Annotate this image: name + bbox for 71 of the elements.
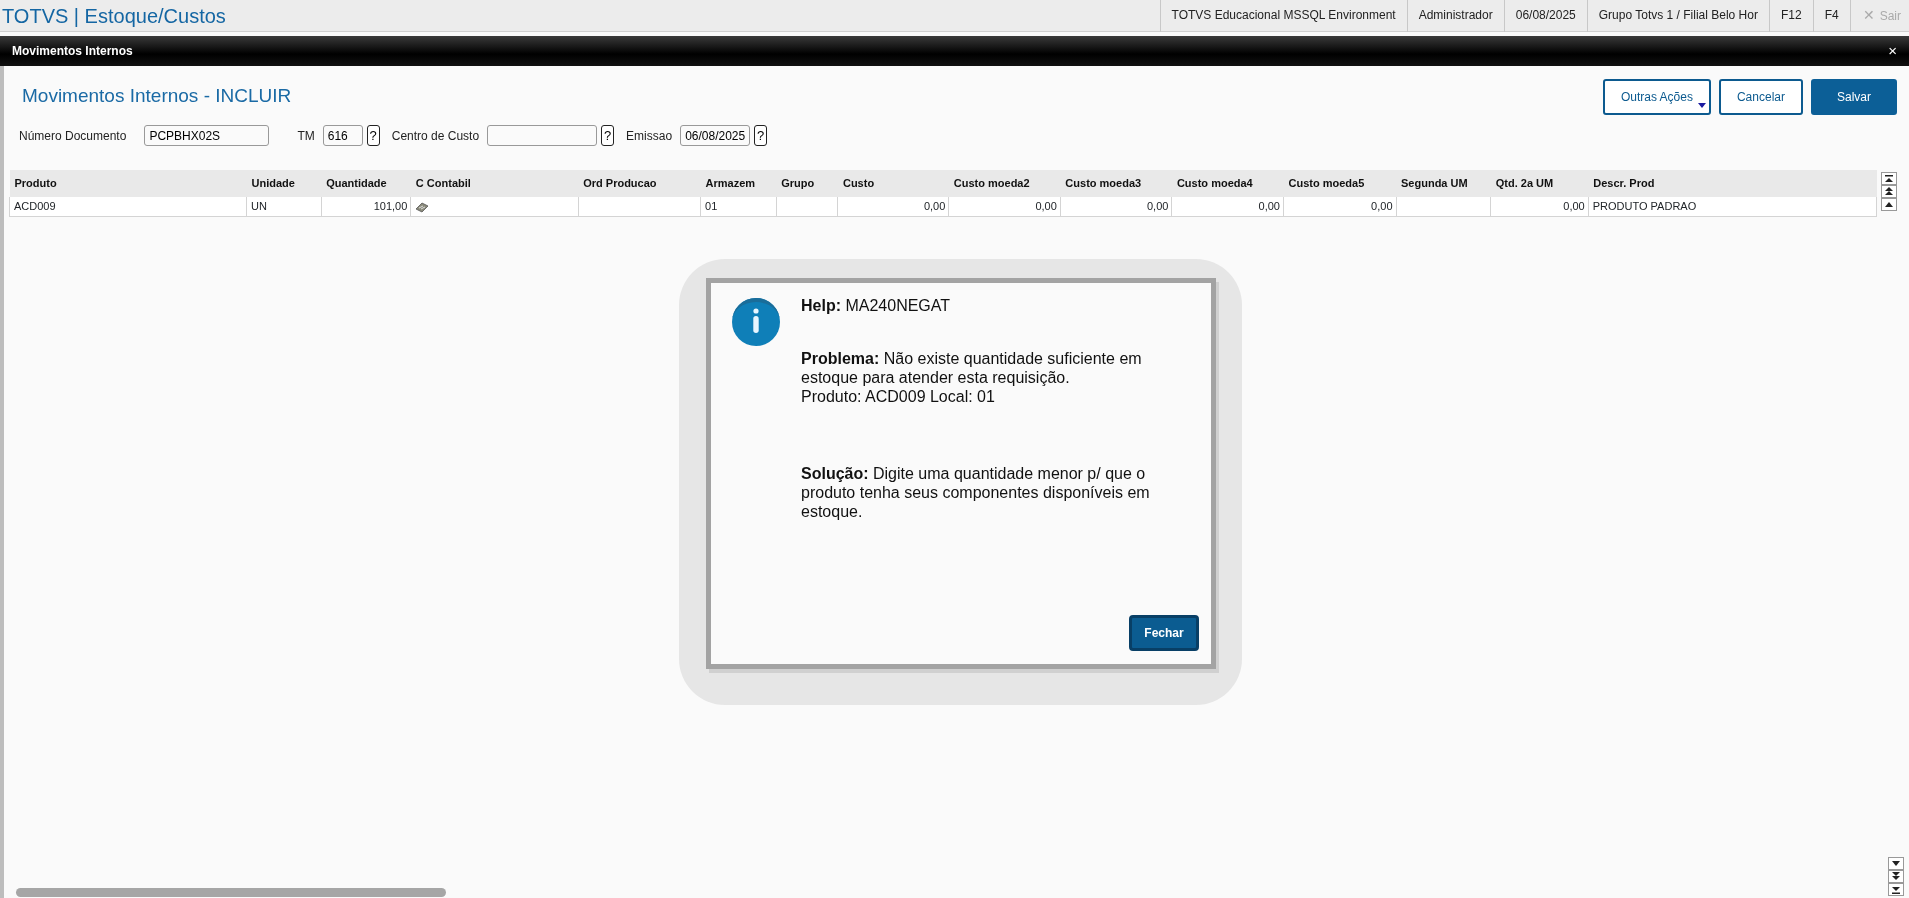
column-header[interactable]: Custo — [837, 170, 949, 197]
scroll-bottom-button[interactable] — [1888, 883, 1904, 896]
page-up-button[interactable] — [1881, 185, 1897, 198]
column-header[interactable]: C Contabil — [410, 170, 579, 197]
close-button[interactable]: Fechar — [1129, 615, 1199, 651]
app-title: TOTVS | Estoque/Custos — [1, 3, 226, 29]
column-header[interactable]: Armazem — [700, 170, 777, 197]
window-title: Movimentos Internos — [12, 43, 133, 60]
text-field[interactable]: PCPBHX02S — [144, 125, 270, 146]
header-item[interactable]: TOTVS Educacional MSSQL Environment — [1159, 0, 1407, 32]
column-header[interactable]: Unidade — [246, 170, 322, 197]
help-button[interactable]: ? — [366, 125, 380, 146]
help-code: Help: MA240NEGAT — [801, 296, 952, 315]
text-field[interactable]: 616 — [322, 125, 363, 146]
header-item[interactable]: F12 — [1768, 0, 1813, 32]
scroll-up-icon — [1885, 202, 1893, 207]
field-label: Centro de Custo — [391, 127, 480, 145]
scroll-top-button[interactable] — [1881, 172, 1897, 185]
cell-text: 0,00 — [1258, 200, 1280, 212]
cell-text: 0,00 — [1563, 200, 1585, 212]
column-header[interactable]: Custo moeda5 — [1283, 170, 1397, 197]
header-item[interactable]: Grupo Totvs 1 / Filial Belo Hor — [1586, 0, 1769, 32]
cell-text: UN — [251, 200, 267, 212]
help-button[interactable]: ? — [754, 125, 768, 146]
cell-text: ACD009 — [14, 200, 56, 212]
page-up-icon — [1885, 187, 1893, 196]
text-field[interactable]: 06/08/2025 — [680, 125, 751, 146]
cell-text: 101,00 — [373, 200, 408, 212]
cell-text: 0,00 — [923, 200, 946, 212]
scroll-down-button[interactable] — [1888, 857, 1904, 870]
column-header[interactable]: Segunda UM — [1396, 170, 1491, 197]
field-label: Emissao — [626, 127, 673, 145]
header-item[interactable]: F4 — [1812, 0, 1850, 32]
help-button[interactable]: ? — [601, 125, 615, 146]
column-header[interactable]: Descr. Prod — [1588, 170, 1877, 197]
page-down-button[interactable] — [1888, 870, 1904, 883]
problem-text: Problema: Não existe quantidade suficiente em estoque para atender esta requisição. — [801, 349, 1143, 387]
cell-text: 0,00 — [1371, 200, 1393, 212]
column-header[interactable]: Ord Producao — [578, 170, 701, 197]
field-label: Número Documento — [19, 127, 127, 145]
scroll-bottom-icon — [1892, 885, 1900, 894]
cell-text: 0,00 — [1035, 200, 1057, 212]
scroll-top-icon — [1885, 174, 1893, 183]
page-down-icon — [1892, 872, 1900, 881]
header-item[interactable]: 06/08/2025 — [1503, 0, 1587, 32]
column-header[interactable]: Custo moeda4 — [1171, 170, 1284, 197]
solution-text: Solução: Digite uma quantidade menor p/ que o produto tenha seus componentes disponíveis em estoque. — [801, 464, 1151, 521]
scroll-up-button[interactable] — [1881, 198, 1897, 211]
cell-text: 01 — [705, 200, 718, 212]
close-button[interactable]: × — [1888, 39, 1897, 63]
column-header[interactable]: Custo moeda3 — [1060, 170, 1172, 197]
column-header[interactable]: Custo moeda2 — [948, 170, 1061, 197]
cancel-button[interactable]: Cancelar — [1718, 79, 1803, 115]
field-label: TM — [297, 127, 315, 145]
info-icon — [731, 297, 781, 347]
column-header[interactable]: Qtd. 2a UM — [1490, 170, 1589, 197]
column-header[interactable]: Grupo — [776, 170, 838, 197]
more-actions-button[interactable]: Outras Ações — [1602, 79, 1711, 115]
column-header[interactable]: Produto — [9, 170, 247, 197]
caret-icon — [1697, 103, 1706, 108]
scroll-down-icon — [1892, 861, 1900, 866]
cell-text: PRODUTO PADRAO — [1592, 200, 1697, 212]
header-item[interactable]: Administrador — [1406, 0, 1504, 32]
scrollbar-thumb[interactable] — [16, 888, 446, 897]
page-title: Movimentos Internos - INCLUIR — [22, 84, 292, 108]
text-field[interactable] — [487, 125, 598, 146]
cell-text: 0,00 — [1147, 200, 1169, 212]
save-button[interactable]: Salvar — [1811, 79, 1897, 115]
problem-detail: Produto: ACD009 Local: 01 — [801, 387, 996, 406]
calculator-icon[interactable] — [415, 201, 430, 213]
column-header[interactable]: Quantidade — [321, 170, 411, 197]
